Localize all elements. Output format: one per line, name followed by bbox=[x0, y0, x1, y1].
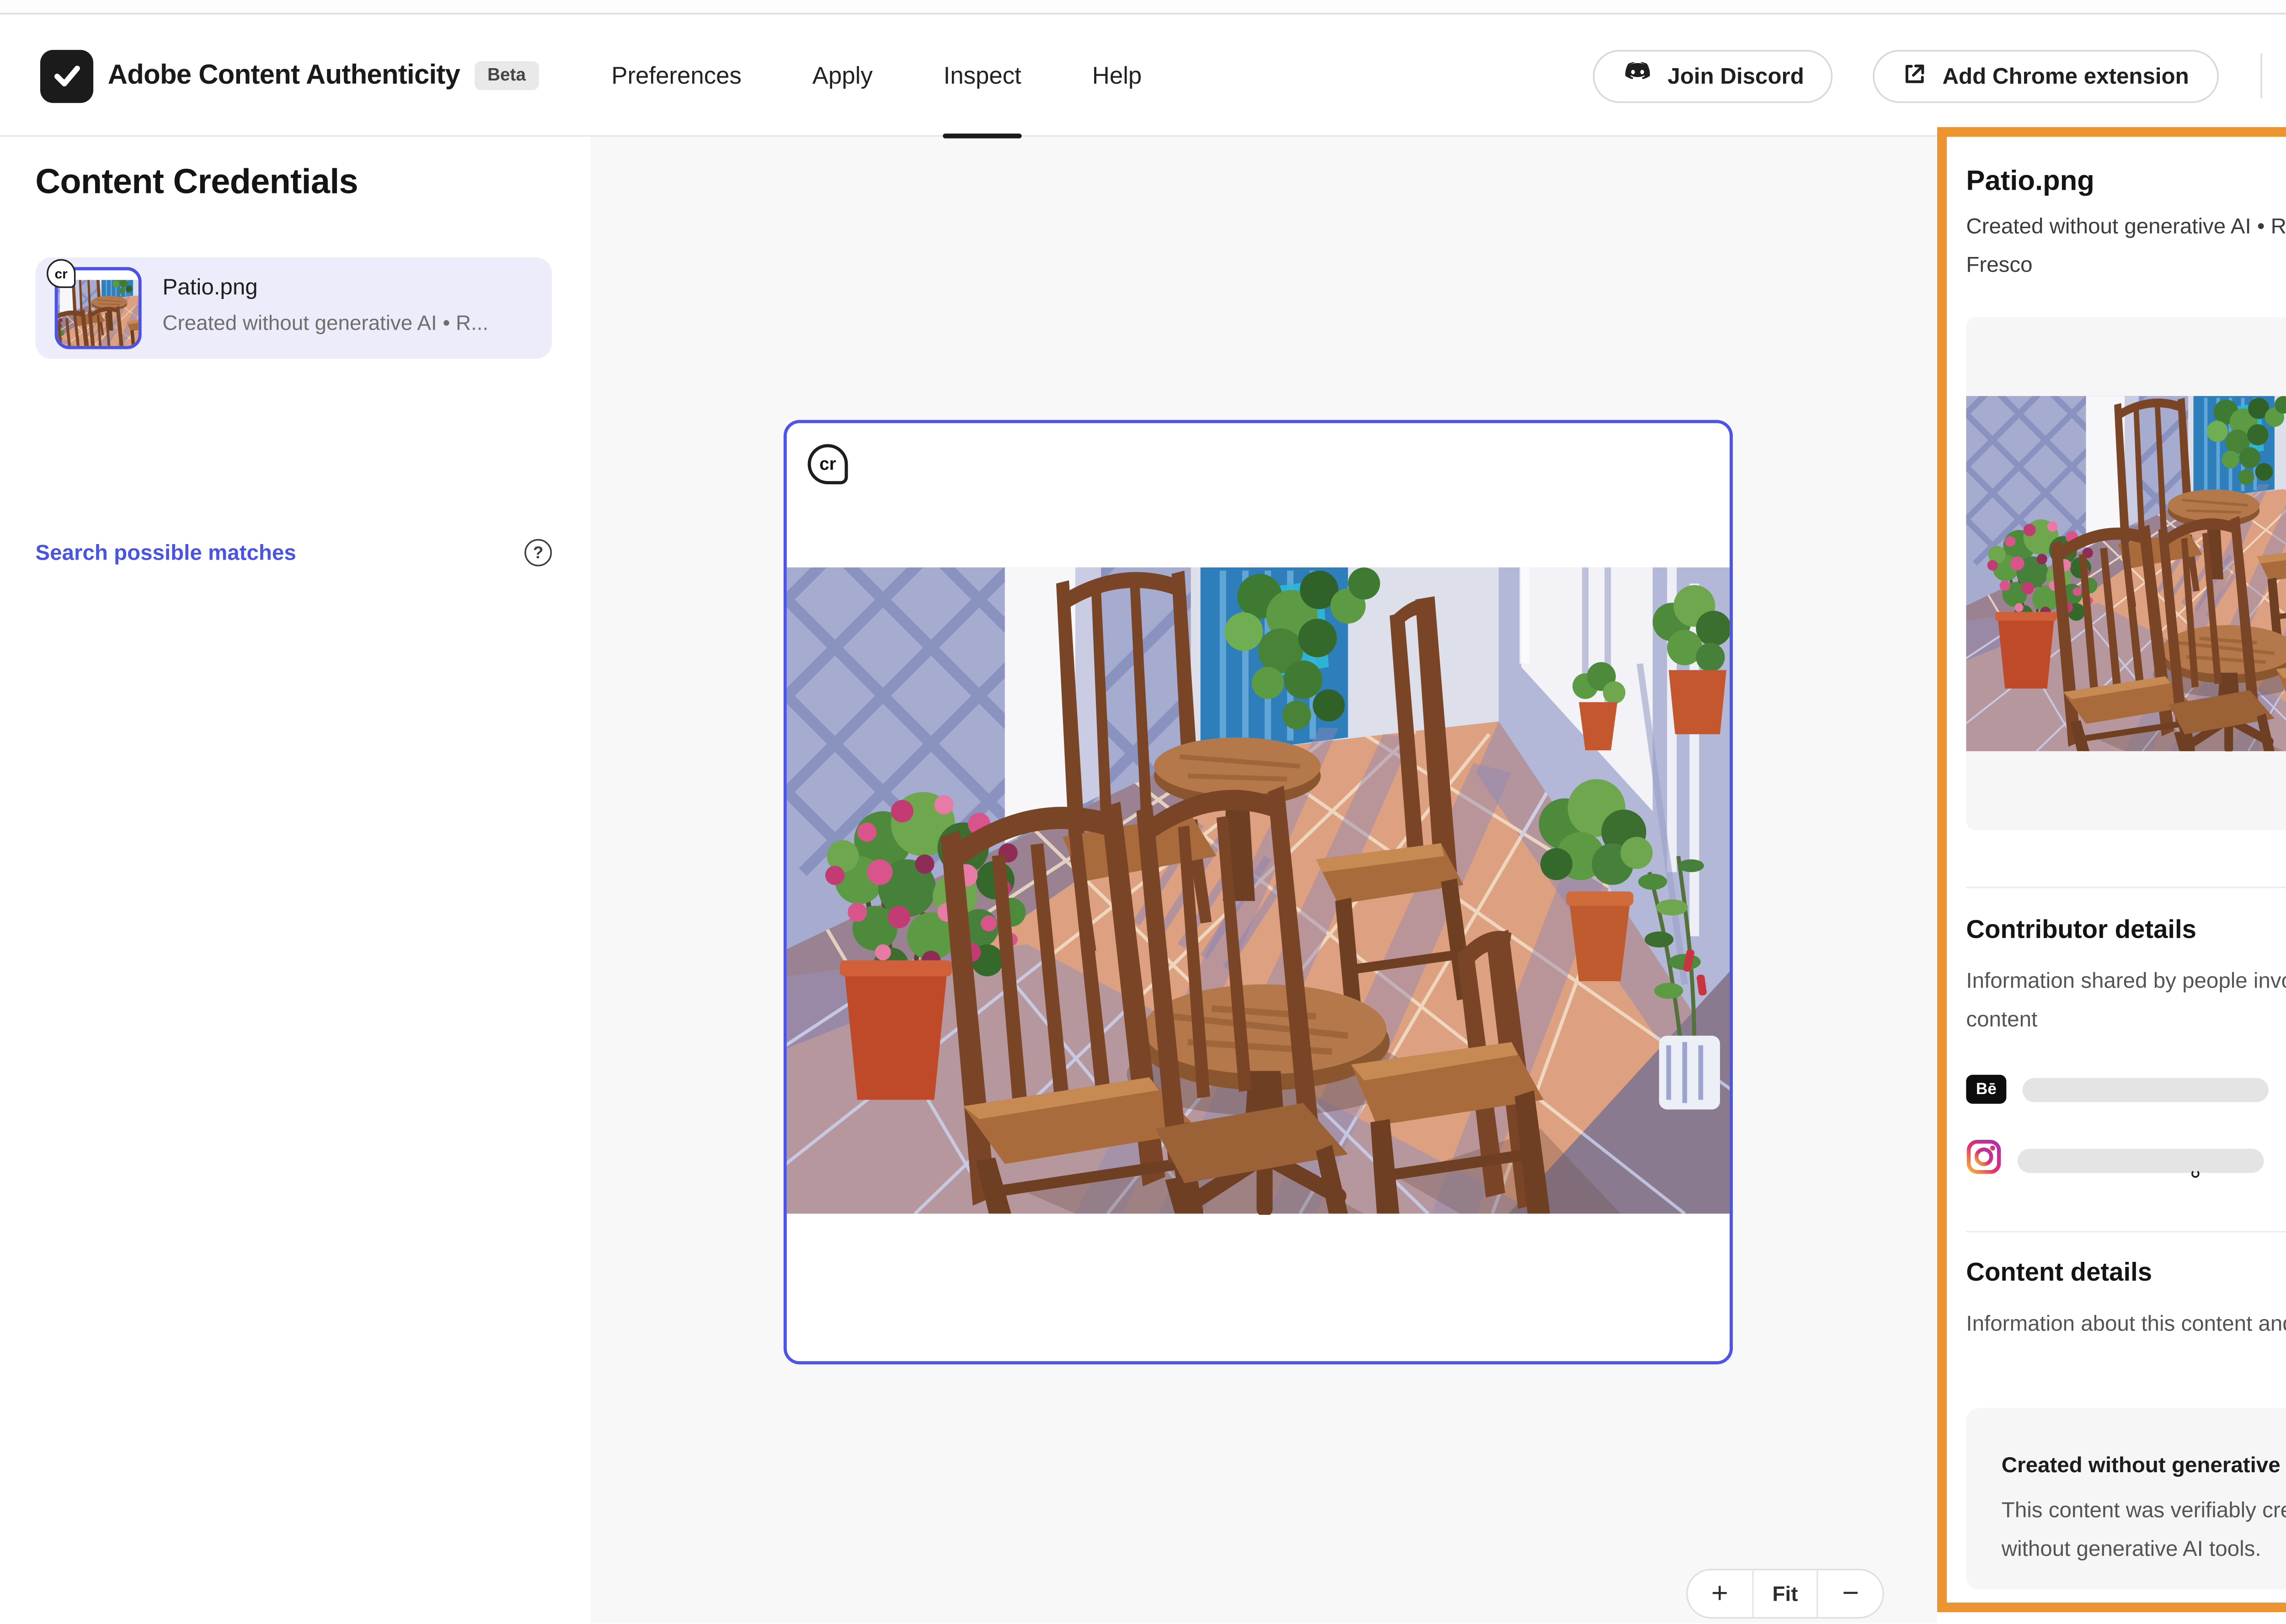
file-name: Patio.png bbox=[162, 273, 257, 299]
nav-item-apply[interactable]: Apply bbox=[812, 15, 873, 137]
section-divider bbox=[1966, 1231, 2286, 1233]
join-discord-button[interactable]: Join Discord bbox=[1594, 49, 1833, 102]
content-credentials-badge-icon: cr bbox=[47, 259, 75, 288]
redacted-handle bbox=[2023, 1077, 2269, 1101]
adobe-content-authenticity-logo-icon[interactable] bbox=[40, 49, 93, 102]
app-header: Adobe Content Authenticity Beta Preferen… bbox=[0, 15, 2286, 137]
beta-badge: Beta bbox=[475, 61, 539, 90]
contributor-details-description: Information shared by people involved in… bbox=[1966, 962, 2286, 1039]
search-possible-matches-link[interactable]: Search possible matches bbox=[35, 540, 296, 565]
zoom-fit-button[interactable]: Fit bbox=[1753, 1571, 1817, 1617]
nav-item-preferences[interactable]: Preferences bbox=[611, 15, 742, 137]
nav-item-help[interactable]: Help bbox=[1092, 15, 1142, 137]
behance-icon[interactable]: Bē bbox=[1966, 1075, 2006, 1104]
section-divider bbox=[1966, 887, 2286, 888]
file-summary: Created without generative AI • R... bbox=[162, 310, 488, 335]
panel-image-card[interactable] bbox=[1966, 317, 2286, 830]
help-question-icon[interactable]: ? bbox=[524, 539, 552, 566]
app-title: Adobe Content Authenticity bbox=[108, 59, 460, 91]
external-link-icon bbox=[1902, 60, 1928, 91]
browser-chrome-edge bbox=[0, 0, 2286, 15]
sidebar: Content Credentials cr Patio.png Created… bbox=[0, 137, 591, 1624]
add-chrome-extension-label: Add Chrome extension bbox=[1942, 63, 2189, 88]
card-title: Created without generative AI bbox=[2002, 1453, 2286, 1477]
behance-row: Bē bbox=[1966, 1075, 2269, 1104]
image-preview-frame[interactable]: cr bbox=[784, 420, 1733, 1364]
card-body: This content was verifiably created with… bbox=[2002, 1491, 2286, 1569]
patio-image-thumbnail bbox=[1966, 396, 2286, 752]
inspect-canvas: cr + Fit − bbox=[591, 137, 1938, 1624]
panel-file-title: Patio.png bbox=[1966, 164, 2094, 198]
brand: Adobe Content Authenticity Beta bbox=[40, 15, 539, 137]
redacted-text-remnant bbox=[2191, 1170, 2200, 1178]
sidebar-title: Content Credentials bbox=[35, 162, 358, 203]
credentials-details-panel: Patio.png Created without generative AI … bbox=[1937, 127, 2286, 1612]
zoom-toolbar: + Fit − bbox=[1686, 1569, 1884, 1619]
header-divider bbox=[2260, 53, 2262, 98]
created-without-genai-card: Created without generative AI This conte… bbox=[1966, 1408, 2286, 1590]
panel-file-subtitle: Created without generative AI • Recorded… bbox=[1966, 208, 2286, 285]
patio-image bbox=[786, 566, 1729, 1215]
instagram-icon[interactable] bbox=[1966, 1139, 2001, 1183]
add-chrome-extension-button[interactable]: Add Chrome extension bbox=[1873, 49, 2218, 102]
nav-item-inspect[interactable]: Inspect bbox=[944, 15, 1021, 137]
zoom-out-button[interactable]: − bbox=[1819, 1571, 1883, 1617]
content-credentials-pin-icon[interactable]: cr bbox=[808, 444, 848, 484]
discord-icon bbox=[1623, 61, 1653, 90]
join-discord-label: Join Discord bbox=[1667, 63, 1804, 88]
file-list-item-patio[interactable]: cr Patio.png Created without generative … bbox=[35, 257, 552, 359]
contributor-details-title: Contributor details bbox=[1966, 917, 2196, 946]
primary-nav: Preferences Apply Inspect Help bbox=[611, 15, 1142, 137]
search-possible-matches-row: Search possible matches ? bbox=[35, 539, 552, 566]
header-actions: Join Discord Add Chrome extension bbox=[1594, 15, 2286, 137]
content-details-description: Information about this content and how i… bbox=[1966, 1305, 2286, 1343]
zoom-in-button[interactable]: + bbox=[1688, 1571, 1752, 1617]
instagram-row bbox=[1966, 1139, 2264, 1183]
app-window: Adobe Content Authenticity Beta Preferen… bbox=[0, 0, 2286, 1624]
content-details-title: Content details bbox=[1966, 1260, 2152, 1288]
redacted-handle bbox=[2018, 1149, 2264, 1173]
